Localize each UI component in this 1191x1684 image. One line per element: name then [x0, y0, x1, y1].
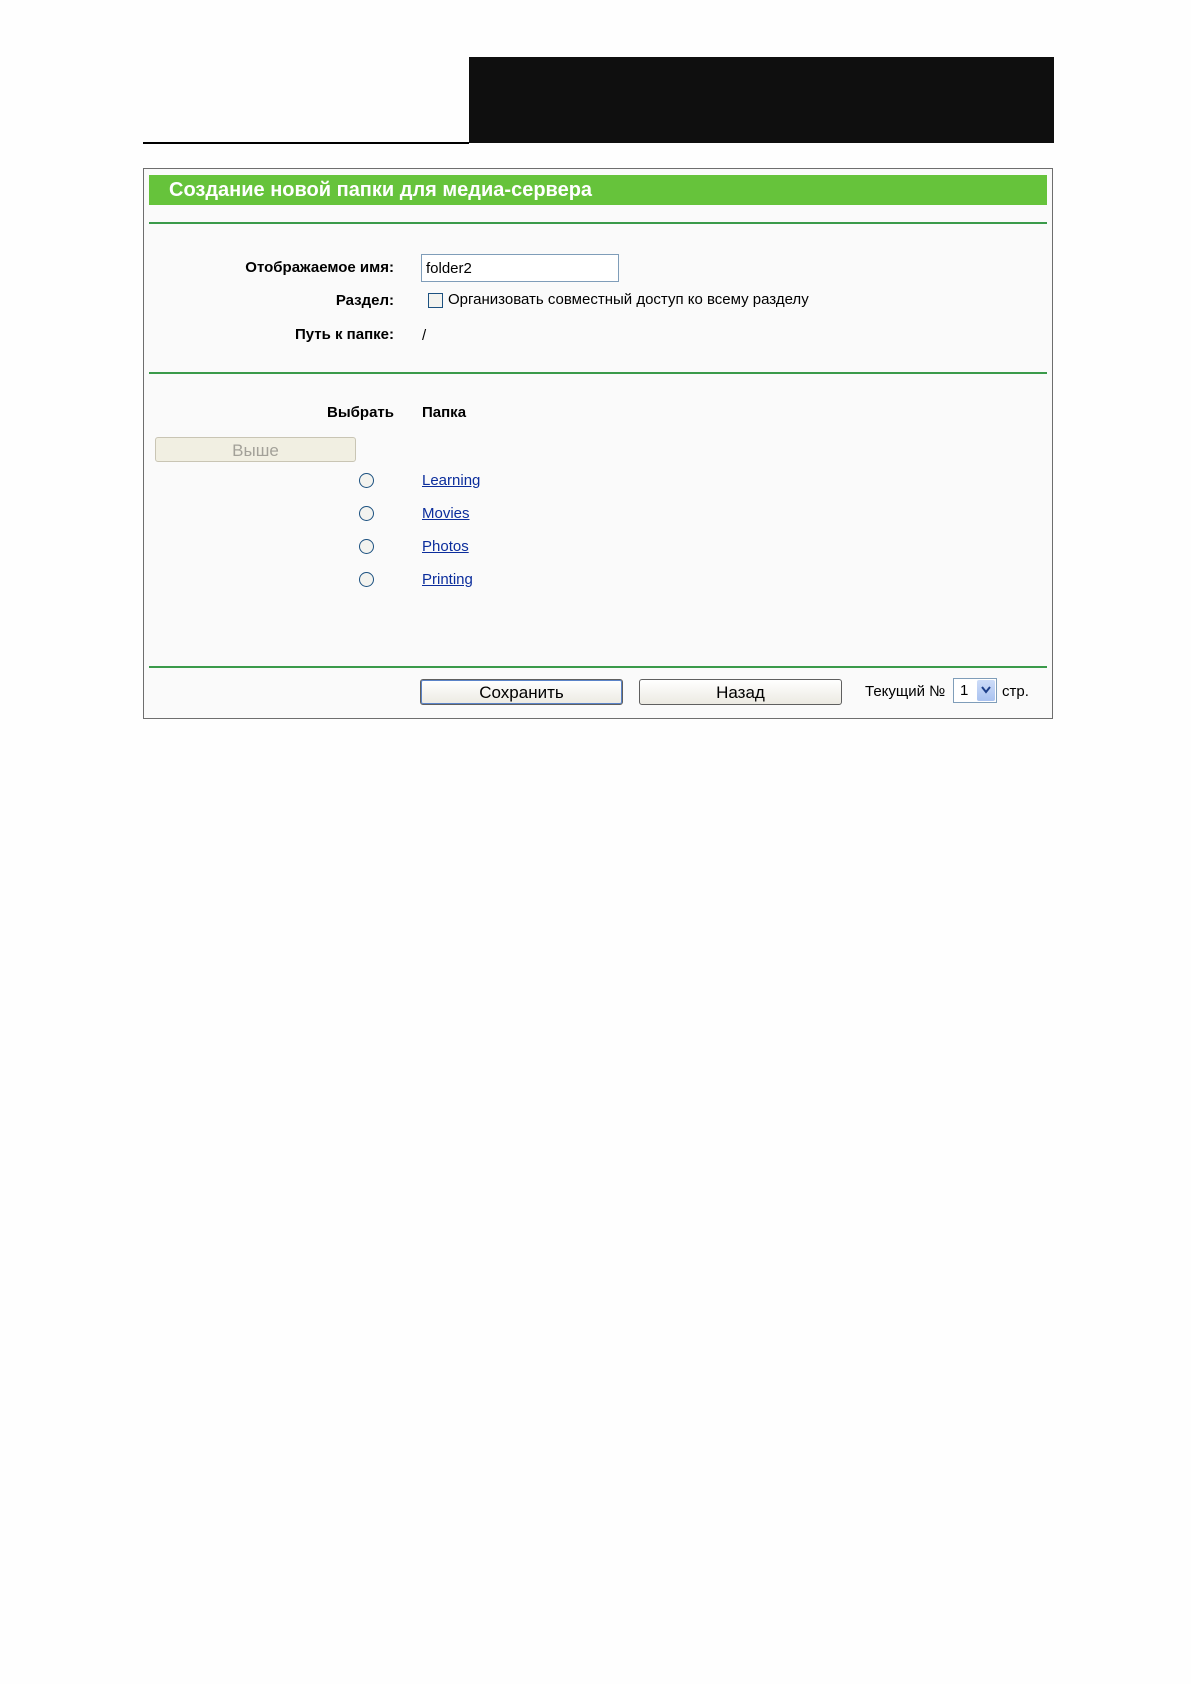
separator: [149, 372, 1047, 374]
media-folder-panel: Создание новой папки для медиа-сервера О…: [143, 168, 1053, 719]
panel-title: Создание новой папки для медиа-сервера: [149, 175, 1047, 205]
folder-radio-learning[interactable]: [359, 473, 374, 488]
folder-radio-printing[interactable]: [359, 572, 374, 587]
folder-radio-movies[interactable]: [359, 506, 374, 521]
share-partition-label[interactable]: Организовать совместный доступ ко всему …: [448, 291, 809, 308]
page-select-value: 1: [960, 682, 969, 699]
folder-radio-photos[interactable]: [359, 539, 374, 554]
share-partition-checkbox[interactable]: [428, 293, 443, 308]
page-header-rule: [143, 142, 469, 144]
current-page-label: Текущий №: [865, 683, 946, 700]
folder-link-learning[interactable]: Learning: [422, 472, 480, 489]
display-name-input[interactable]: [421, 254, 619, 282]
page-header-bar: [469, 57, 1054, 143]
chevron-down-icon[interactable]: [977, 680, 995, 701]
partition-label: Раздел:: [335, 292, 394, 309]
display-name-label: Отображаемое имя:: [245, 259, 394, 276]
folder-column-header: Папка: [422, 404, 467, 421]
folder-link-printing[interactable]: Printing: [422, 571, 473, 588]
page-suffix-label: стр.: [1002, 683, 1029, 700]
back-button[interactable]: Назад: [639, 679, 842, 705]
select-column-header: Выбрать: [327, 404, 394, 421]
page-select[interactable]: 1: [953, 678, 997, 703]
path-label: Путь к папке:: [294, 326, 394, 343]
folder-link-movies[interactable]: Movies: [422, 505, 470, 522]
save-button[interactable]: Сохранить: [420, 679, 623, 705]
up-button[interactable]: Выше: [155, 437, 356, 462]
folder-link-photos[interactable]: Photos: [422, 538, 469, 555]
separator: [149, 222, 1047, 224]
separator: [149, 666, 1047, 668]
path-value: /: [422, 327, 427, 344]
